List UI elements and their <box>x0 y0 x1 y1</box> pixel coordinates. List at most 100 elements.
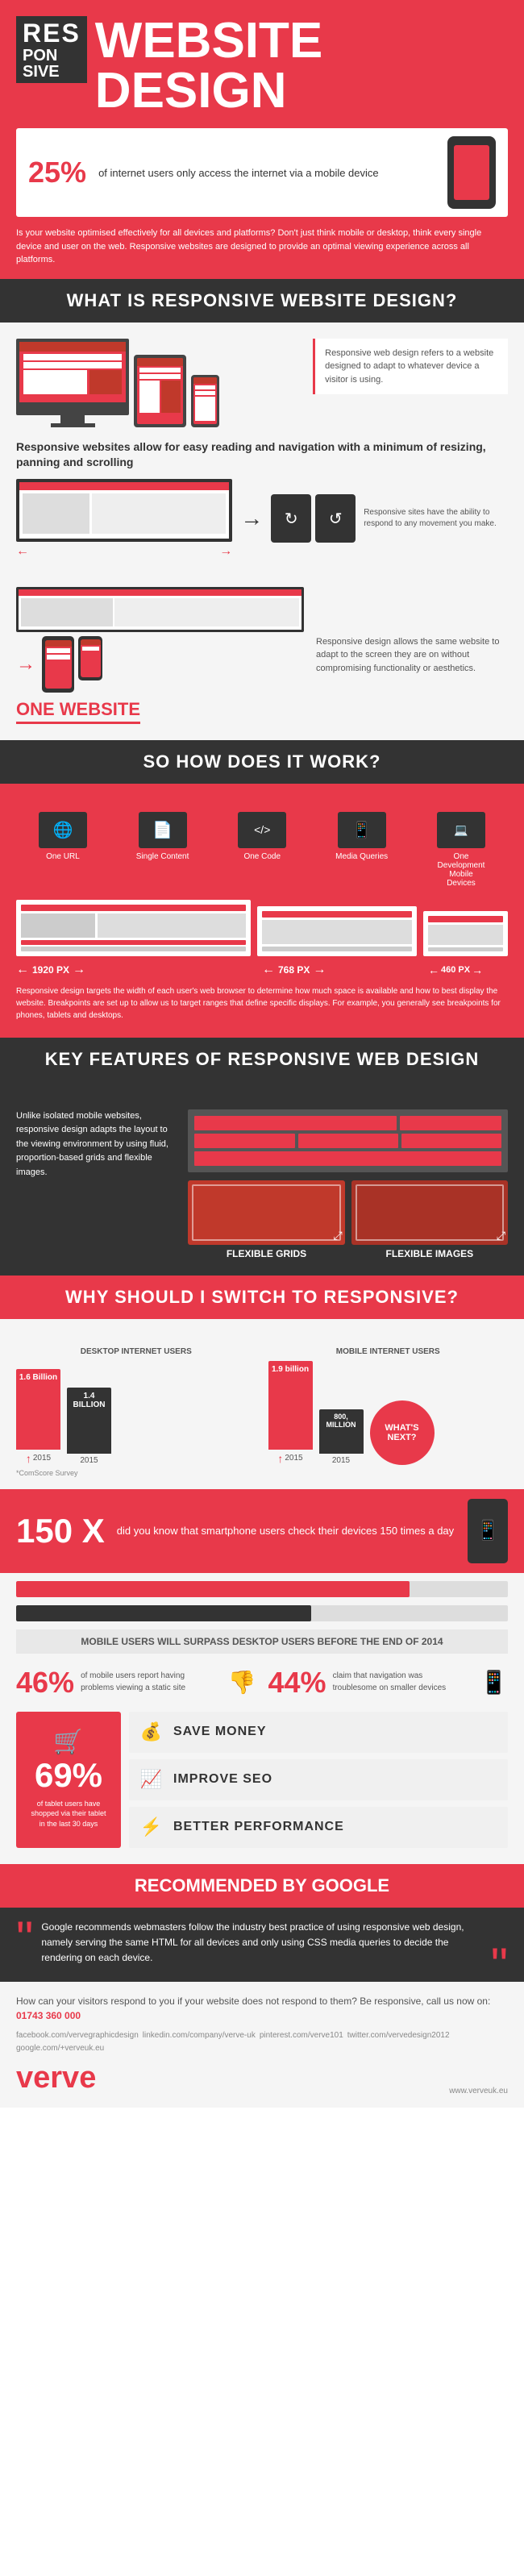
improve-seo-icon: 📈 <box>137 1766 165 1794</box>
features-row: Unlike isolated mobile websites, respons… <box>16 1109 508 1259</box>
desktop-bar-2015: 1.6 Billion ↑2015 <box>16 1369 60 1465</box>
how-icon-devices: 💻 One Development Mobile Devices <box>437 812 485 888</box>
stat-description: of internet users only access the intern… <box>98 167 435 179</box>
bar-year-2: 2015 <box>80 1456 98 1465</box>
features-title: KEY FEATURES OF RESPONSIVE WEB DESIGN <box>0 1038 524 1081</box>
media-icon-box: 📱 <box>338 812 386 848</box>
fg-cell <box>298 1134 398 1148</box>
mobile-stats: MOBILE INTERNET USERS 1.9 billion ↑2015 … <box>268 1347 509 1477</box>
url-label: One URL <box>46 852 80 861</box>
percent-block-46: 46% of mobile users report having proble… <box>16 1666 216 1700</box>
fg-cell <box>401 1134 501 1148</box>
mobile-year2: 2015 <box>332 1456 350 1465</box>
footer-link-li[interactable]: linkedin.com/company/verve-uk <box>143 2031 256 2040</box>
features-section: Unlike isolated mobile websites, respons… <box>0 1081 524 1276</box>
cart-icon: 🛒 <box>53 1728 83 1756</box>
open-quote-mark: " <box>16 1920 33 1958</box>
flexible-image-1: ⤢ <box>188 1180 344 1245</box>
stat-bar: 25% of internet users only access the in… <box>16 128 508 217</box>
ow-desktop <box>16 587 304 632</box>
desktop-title: DESKTOP INTERNET USERS <box>16 1347 256 1356</box>
res-text: RES <box>23 19 81 48</box>
quote-text: Google recommends webmasters follow the … <box>41 1920 482 1966</box>
fg-cell <box>194 1116 397 1130</box>
percent-44-desc: claim that navigation was troublesome on… <box>333 1666 468 1694</box>
bp-description: Responsive design targets the width of e… <box>16 985 508 1022</box>
survey-note: *ComScore Survey <box>16 1469 256 1477</box>
one-website-note: Responsive design allows the same websit… <box>316 635 508 676</box>
how-title: SO HOW DOES IT WORK? <box>0 740 524 784</box>
content-icon-box: 📄 <box>139 812 187 848</box>
ow-phones <box>42 636 102 693</box>
verve-url: www.verveuk.eu <box>449 2087 508 2095</box>
percent-46-desc: of mobile users report having problems v… <box>81 1666 216 1694</box>
flexible-images-row: ⤢ ⤢ <box>188 1180 508 1245</box>
percent-44: 44% <box>268 1666 326 1700</box>
how-icon-media: 📱 Media Queries <box>335 812 388 888</box>
mobile-title: MOBILE INTERNET USERS <box>268 1347 509 1356</box>
tablet-device <box>134 355 186 427</box>
title-line1: WEBSITE <box>95 16 322 66</box>
phone-icon <box>447 136 496 209</box>
mobile-bar-2015: 1.9 billion ↑2015 <box>268 1361 313 1465</box>
arrow-desktop: ← → <box>16 479 232 559</box>
mobile-bar-val1: 1.9 billion <box>268 1361 313 1450</box>
stats-row: DESKTOP INTERNET USERS 1.6 Billion ↑2015… <box>16 1347 508 1477</box>
footer-link-tw[interactable]: twitter.com/vervedesign2012 <box>347 2031 450 2040</box>
expand-icon-2: ⤢ <box>497 1229 505 1242</box>
fg-row3 <box>194 1151 501 1166</box>
how-icon-url: 🌐 One URL <box>39 812 87 888</box>
content-label: Single Content <box>136 852 189 861</box>
why-section: DESKTOP INTERNET USERS 1.6 Billion ↑2015… <box>0 1319 524 1864</box>
title-line2: DESIGN <box>95 66 322 116</box>
fi-image-2 <box>351 1180 508 1245</box>
header-title: RES PONSIVE WEBSITE DESIGN <box>16 16 508 116</box>
ow-phone2-screen <box>81 639 101 677</box>
times-box: 150 X did you know that smartphone users… <box>0 1489 524 1573</box>
how-icon-code: </> One Code <box>238 812 286 888</box>
multi-device <box>16 339 305 427</box>
devices-row: Responsive web design refers to a websit… <box>16 339 508 427</box>
flexible-grid-visual <box>188 1109 508 1172</box>
one-website-section: → ONE WEBSITE R <box>0 587 524 740</box>
footer-link-pi[interactable]: pinterest.com/verve101 <box>260 2031 343 2040</box>
rec-title: RECOMMENDED BY GOOGLE <box>0 1864 524 1908</box>
fg-row2 <box>194 1134 501 1148</box>
progress-fill-2 <box>16 1605 311 1621</box>
cart-percent: 69% <box>35 1756 102 1795</box>
bp-label-1920: ← 1920 PX → <box>16 963 256 977</box>
flexible-image-2: ⤢ <box>351 1180 508 1245</box>
footer-link-fb[interactable]: facebook.com/vervegraphicdesign <box>16 2031 139 2040</box>
cart-block: 🛒 69% of tablet users have shopped via t… <box>16 1712 121 1848</box>
footer-cta: How can your visitors respond to you if … <box>16 1994 508 2023</box>
surpass-text: MOBILE USERS WILL SURPASS DESKTOP USERS … <box>16 1629 508 1654</box>
benefit-improve-seo: 📈 IMPROVE SEO <box>129 1759 508 1800</box>
ow-phone1 <box>42 636 74 693</box>
breakpoints-visual <box>16 900 508 956</box>
benefit-better-performance: ⚡ BETTER PERFORMANCE <box>129 1807 508 1848</box>
what-is-title: WHAT IS RESPONSIVE WEBSITE DESIGN? <box>0 279 524 323</box>
progress-bar-1 <box>16 1581 508 1597</box>
responsive-icons: ↻ ↺ <box>271 494 356 543</box>
desktop-cols <box>19 490 229 537</box>
progress-bars <box>16 1581 508 1621</box>
improve-seo-label: IMPROVE SEO <box>173 1772 272 1787</box>
save-money-label: SAVE MONEY <box>173 1725 267 1739</box>
monitor-device <box>16 339 129 427</box>
header-description: Is your website optimised effectively fo… <box>16 227 508 267</box>
footer-links: facebook.com/vervegraphicdesign linkedin… <box>16 2031 508 2053</box>
desktop-bar-2015b: 1.4 BILLION 2015 <box>67 1388 111 1465</box>
bp-tablet <box>257 906 417 956</box>
res-box: RES PONSIVE <box>16 16 87 83</box>
cart-desc: of tablet users have shopped via their t… <box>28 1799 109 1829</box>
ow-phone2 <box>78 636 102 680</box>
width-indicator: ← → <box>16 544 232 559</box>
whats-next-box: WHAT'S NEXT? <box>370 1400 435 1465</box>
footer-phone[interactable]: 01743 360 000 <box>16 2010 81 2021</box>
feature-labels-row: FLEXIBLE GRIDS FLEXIBLE IMAGES <box>188 1245 508 1259</box>
bar-year-1: ↑2015 <box>26 1452 51 1465</box>
how-icon-content: 📄 Single Content <box>136 812 189 888</box>
footer-link-gp[interactable]: google.com/+verveuk.eu <box>16 2044 104 2053</box>
recommended-section: RECOMMENDED BY GOOGLE " Google recommend… <box>0 1864 524 1983</box>
responsive-note: Responsive sites have the ability to res… <box>364 507 508 530</box>
